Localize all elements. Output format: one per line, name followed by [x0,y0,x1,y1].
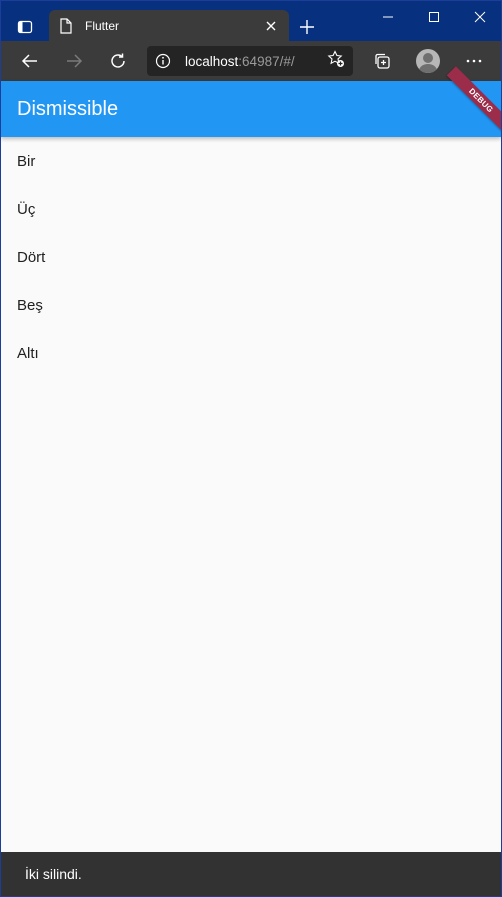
refresh-button[interactable] [104,47,132,75]
list-item[interactable]: Altı [1,329,501,377]
browser-toolbar: localhost:64987/#/ [1,41,501,81]
list-item[interactable]: Beş [1,281,501,329]
browser-window: Flutter localhost:64987/#/ Dismissible D… [0,0,502,897]
list-item[interactable]: Üç [1,185,501,233]
maximize-icon [429,12,439,22]
snackbar: İki silindi. [1,852,501,896]
dismissible-list: Bir Üç Dört Beş Altı [1,137,501,377]
avatar-head [423,53,433,63]
snackbar-message: İki silindi. [25,866,82,882]
maximize-button[interactable] [411,1,457,33]
app-bar: Dismissible [1,81,501,137]
browser-titlebar: Flutter [1,1,501,41]
close-icon [266,21,276,30]
more-icon [466,59,482,63]
arrow-right-icon [67,54,83,68]
url-path: :64987/#/ [238,53,295,69]
favorites-add-button[interactable] [327,49,345,73]
tab-actions-button[interactable] [9,13,41,41]
star-add-icon [327,49,344,67]
page-title: Dismissible [17,97,119,120]
browser-tab[interactable]: Flutter [49,10,289,41]
list-item[interactable]: Bir [1,137,501,185]
info-icon [155,53,171,69]
list-item[interactable]: Dört [1,233,501,281]
new-tab-button[interactable] [295,15,319,39]
forward-button[interactable] [60,47,88,75]
back-button[interactable] [16,47,44,75]
more-options-button[interactable] [460,47,488,75]
url-host: localhost [185,53,239,69]
avatar-body [419,64,437,73]
collections-button[interactable] [368,47,396,75]
address-bar[interactable]: localhost:64987/#/ [147,46,353,76]
minimize-icon [383,16,393,18]
tab-title: Flutter [85,18,120,33]
window-close-button[interactable] [457,1,501,33]
close-icon [474,11,486,23]
minimize-button[interactable] [365,1,411,33]
refresh-icon [111,53,125,68]
tab-actions-icon [17,20,33,34]
collections-icon [375,53,390,69]
page-icon [60,17,72,34]
profile-avatar[interactable] [416,49,440,73]
plus-icon [300,20,314,34]
url-text: localhost:64987/#/ [185,54,327,69]
tab-close-button[interactable] [263,18,279,34]
arrow-left-icon [21,54,37,68]
